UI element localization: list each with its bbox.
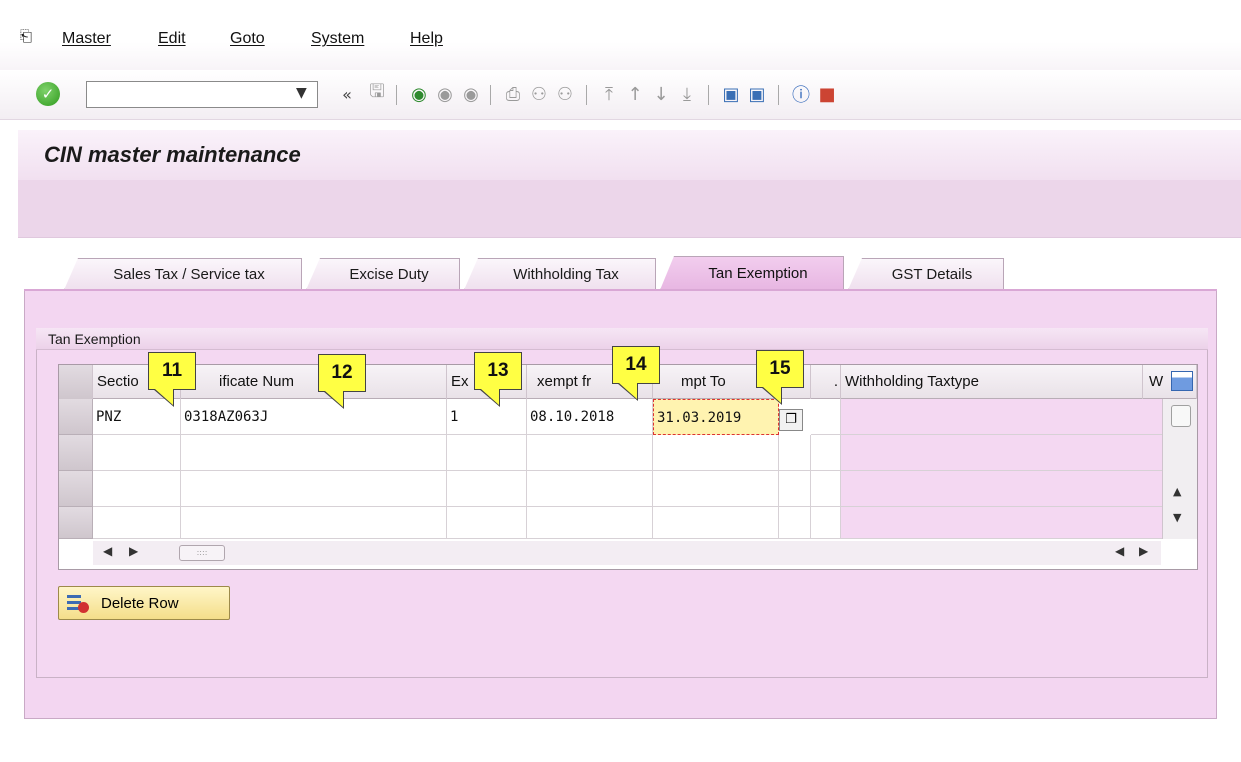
toolbar-separator <box>490 85 491 105</box>
tab-gst-details[interactable]: GST Details <box>848 258 1004 290</box>
table-cell[interactable] <box>93 471 181 507</box>
menu-bar: ⎗ Master Edit Goto System Help <box>0 0 1241 70</box>
create-session-icon[interactable]: ▣ <box>720 82 742 106</box>
chevron-down-icon[interactable]: ▼ <box>296 85 307 101</box>
toolbar-separator <box>778 85 779 105</box>
tab-excise-duty[interactable]: Excise Duty <box>306 258 460 290</box>
table-cell[interactable] <box>447 471 527 507</box>
tab-withholding-tax[interactable]: Withholding Tax <box>464 258 656 290</box>
cancel-icon[interactable]: ◉ <box>460 82 482 106</box>
vertical-scrollbar[interactable]: ▲ ▼ <box>1162 399 1197 539</box>
callout-12: 12 <box>318 354 366 409</box>
toolbar-separator <box>708 85 709 105</box>
callout-14: 14 <box>612 346 660 401</box>
table-cell[interactable] <box>181 435 447 471</box>
next-page-icon[interactable]: ↓ <box>650 82 672 106</box>
menu-help[interactable]: Help <box>410 30 443 48</box>
menu-goto[interactable]: Goto <box>230 30 265 48</box>
table-cell[interactable] <box>527 471 653 507</box>
table-cell[interactable] <box>841 435 1163 471</box>
table-cell[interactable] <box>653 435 779 471</box>
table-cell[interactable] <box>779 435 811 471</box>
table-settings-icon[interactable] <box>1171 371 1193 391</box>
toolbar-separator <box>586 85 587 105</box>
toolbar-separator <box>396 85 397 105</box>
cell-narrow[interactable] <box>811 399 841 435</box>
scroll-thumb[interactable]: :::: <box>179 545 225 561</box>
table-cell[interactable] <box>779 507 811 539</box>
table-cell[interactable] <box>779 471 811 507</box>
application-toolbar <box>18 180 1241 238</box>
row-selector[interactable] <box>59 471 93 507</box>
table-cell[interactable] <box>811 507 841 539</box>
select-all-cell[interactable] <box>59 365 93 399</box>
exit-icon[interactable]: ◉ <box>434 82 456 106</box>
menu-edit[interactable]: Edit <box>158 30 186 48</box>
command-field[interactable] <box>86 81 318 108</box>
callout-11: 11 <box>148 352 196 407</box>
back-chevrons-icon[interactable]: « <box>336 82 358 106</box>
find-icon[interactable]: ⚇ <box>528 82 550 106</box>
tab-sales-tax[interactable]: Sales Tax / Service tax <box>64 258 302 290</box>
group-box-title: Tan Exemption <box>48 331 141 347</box>
help-icon[interactable]: ⓘ <box>790 82 812 106</box>
callout-15: 15 <box>756 350 804 405</box>
table-cell[interactable] <box>181 471 447 507</box>
table-cell[interactable] <box>653 471 779 507</box>
find-next-icon[interactable]: ⚇ <box>554 82 576 106</box>
menu-master[interactable]: Master <box>62 30 111 48</box>
row-selector[interactable] <box>59 507 93 539</box>
table-cell[interactable] <box>527 507 653 539</box>
delete-row-button[interactable]: Delete Row <box>58 586 230 620</box>
scroll-right-icon[interactable]: ▶ <box>129 544 138 558</box>
value-help-icon[interactable]: ❐ <box>779 409 803 431</box>
previous-page-icon[interactable]: ↑ <box>624 82 646 106</box>
table-cell[interactable] <box>653 507 779 539</box>
layout-menu-icon[interactable]: ■ <box>816 82 838 106</box>
print-icon[interactable]: ⎙ <box>502 82 524 106</box>
cell-certificate[interactable]: 0318AZ063J <box>181 399 447 435</box>
table-cell[interactable] <box>841 507 1163 539</box>
tab-tan-exemption[interactable]: Tan Exemption <box>660 256 844 290</box>
delete-row-icon <box>67 593 89 613</box>
table-cell[interactable] <box>93 507 181 539</box>
horizontal-scrollbar[interactable]: ◀ ▶ :::: ◀ ▶ <box>93 541 1161 565</box>
table-cell[interactable] <box>447 435 527 471</box>
table-cell[interactable] <box>93 435 181 471</box>
row-selector[interactable] <box>59 435 93 471</box>
back-icon[interactable]: ◉ <box>408 82 430 106</box>
delete-row-label: Delete Row <box>101 594 179 612</box>
cell-exempt-from[interactable]: 08.10.2018 <box>527 399 653 435</box>
scroll-up-icon[interactable]: ▲ <box>1173 485 1181 498</box>
menu-system[interactable]: System <box>311 30 364 48</box>
row-selector[interactable] <box>59 399 93 435</box>
table-cell[interactable] <box>447 507 527 539</box>
page-title: CIN master maintenance <box>44 142 301 167</box>
table-cell[interactable] <box>841 471 1163 507</box>
last-page-icon[interactable]: ⤓ <box>676 82 698 106</box>
scroll-right-icon[interactable]: ▶ <box>1139 544 1148 558</box>
column-header-withholding-taxtype[interactable]: Withholding Taxtype <box>841 365 1143 399</box>
table-cell[interactable] <box>811 435 841 471</box>
table-cell[interactable] <box>181 507 447 539</box>
create-shortcut-icon[interactable]: ▣ <box>746 82 768 106</box>
scroll-down-icon[interactable]: ▼ <box>1173 511 1181 524</box>
table-cell[interactable] <box>527 435 653 471</box>
callout-13: 13 <box>474 352 522 407</box>
standard-toolbar: ✓ ▼ « 🖫 ◉ ◉ ◉ ⎙ ⚇ ⚇ ⤒ ↑ ↓ ⤓ ▣ ▣ ⓘ ■ <box>0 70 1241 120</box>
exit-icon[interactable]: ⎗ <box>20 28 42 44</box>
first-page-icon[interactable]: ⤒ <box>598 82 620 106</box>
column-header-dot[interactable]: . <box>811 365 841 399</box>
title-bar: CIN master maintenance <box>18 130 1241 180</box>
scroll-thumb[interactable] <box>1171 405 1191 427</box>
enter-icon[interactable]: ✓ <box>36 82 60 106</box>
column-header-certificate[interactable]: ificate Num <box>181 365 447 399</box>
save-icon[interactable]: 🖫 <box>366 81 388 106</box>
scroll-left-icon[interactable]: ◀ <box>103 544 112 558</box>
cell-withholding-taxtype[interactable] <box>841 399 1163 435</box>
scroll-left-icon[interactable]: ◀ <box>1115 544 1124 558</box>
table-cell[interactable] <box>811 471 841 507</box>
